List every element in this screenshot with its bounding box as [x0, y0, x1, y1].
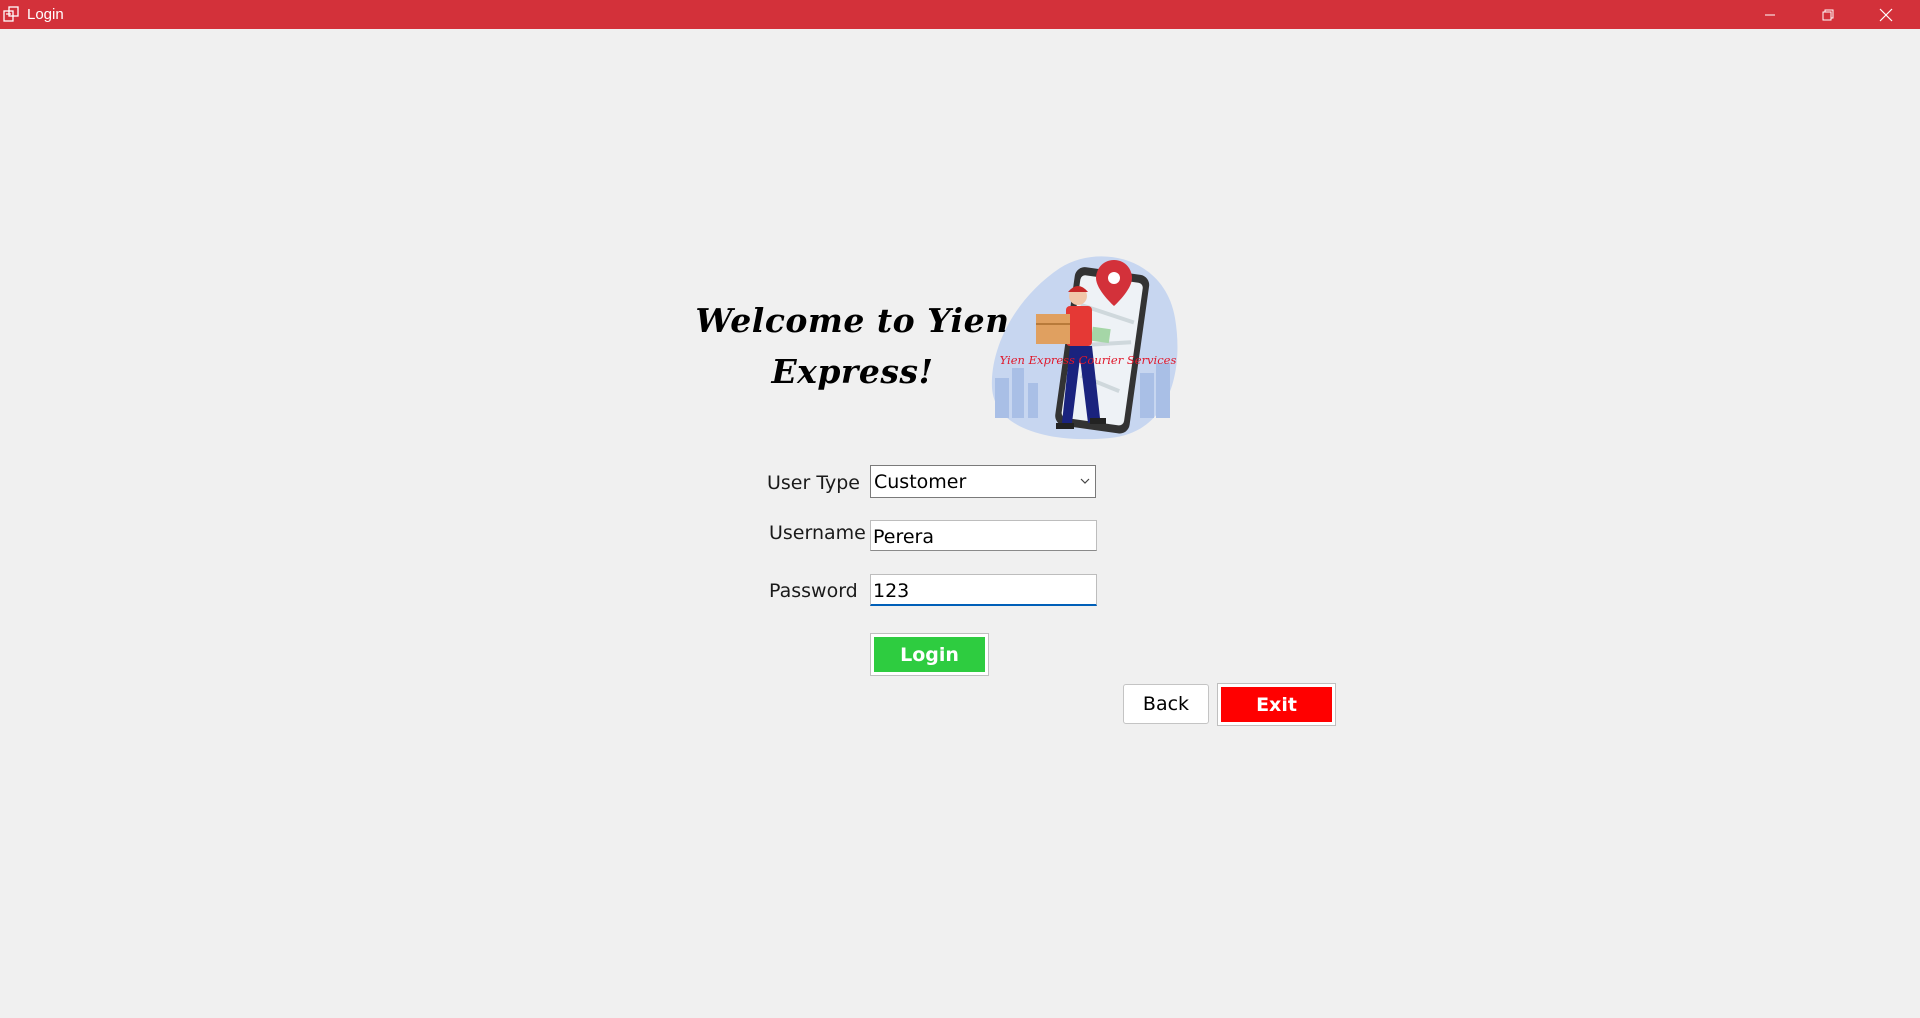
user-type-label: User Type — [767, 472, 860, 494]
close-button[interactable] — [1858, 0, 1914, 29]
restore-button[interactable] — [1800, 0, 1856, 29]
username-input[interactable] — [870, 520, 1097, 551]
title-bar: Login — [0, 0, 1920, 29]
welcome-line-1: Welcome to Yien — [695, 301, 1010, 340]
login-button[interactable]: Login — [870, 633, 989, 676]
welcome-line-2: Express! — [771, 352, 934, 391]
restore-icon — [1822, 9, 1834, 20]
password-input[interactable] — [870, 574, 1097, 606]
logo-caption: Yien Express Courier Services — [999, 353, 1177, 367]
minimize-button[interactable] — [1742, 0, 1798, 29]
minimize-icon — [1765, 14, 1775, 15]
courier-illustration — [991, 256, 1178, 440]
user-type-value: Customer — [874, 471, 967, 493]
close-icon — [1879, 8, 1893, 21]
chevron-down-icon — [1080, 478, 1090, 484]
user-type-select[interactable]: Customer — [870, 465, 1096, 498]
back-button[interactable]: Back — [1123, 684, 1209, 724]
app-window-icon — [3, 6, 19, 22]
exit-button[interactable]: Exit — [1217, 683, 1336, 726]
password-label: Password — [769, 580, 858, 602]
welcome-heading: Welcome to Yien Express! — [680, 295, 1025, 397]
window-title: Login — [27, 6, 64, 23]
username-label: Username — [769, 522, 866, 544]
